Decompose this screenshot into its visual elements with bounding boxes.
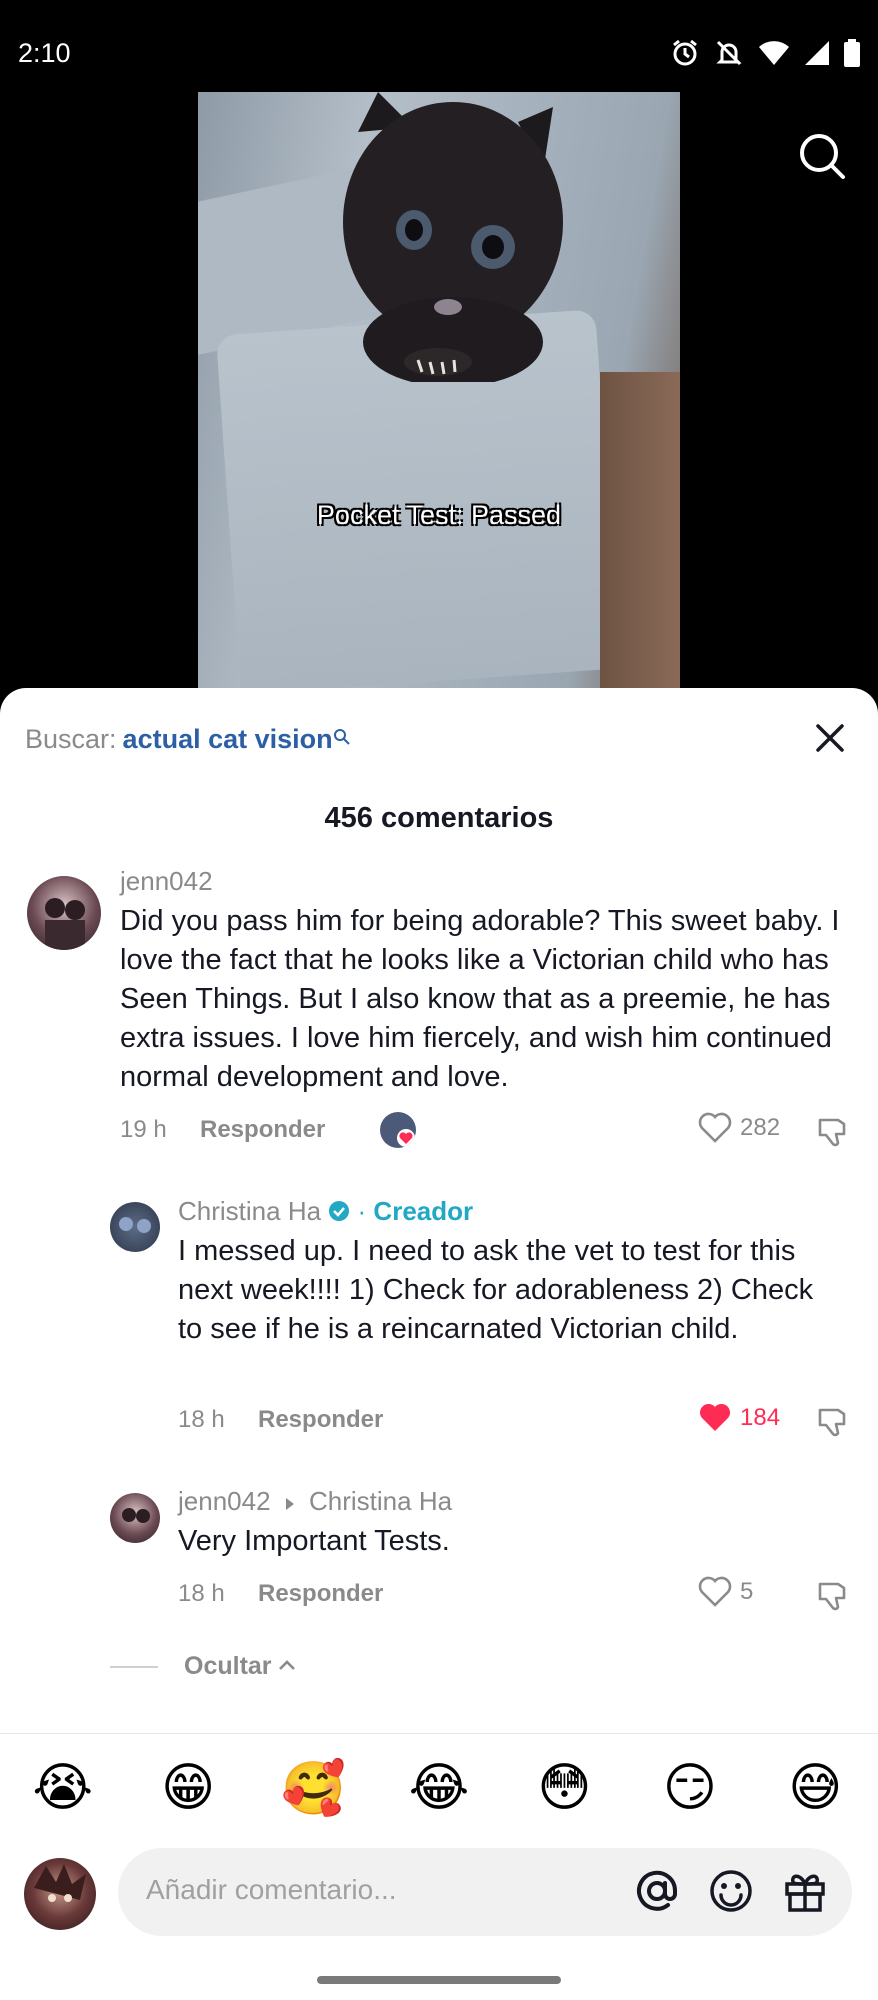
emoji-button[interactable]: 😂 [404, 1758, 474, 1819]
comment-time: 19 h [120, 1116, 167, 1143]
search-mini-icon [333, 722, 351, 753]
hide-replies-label: Ocultar [184, 1652, 272, 1680]
reply-button[interactable]: Responder [258, 1580, 383, 1608]
at-icon [637, 1870, 678, 1911]
comment-text: Did you pass him for being adorable? Thi… [120, 905, 840, 1093]
search-query-link[interactable]: actual cat vision [123, 724, 333, 754]
chevron-up-icon [278, 1658, 296, 1676]
like-count: 5 [740, 1578, 754, 1605]
composer-icons [634, 1868, 828, 1919]
signal-icon [804, 40, 830, 71]
comment-count: 456 comentarios [324, 802, 554, 834]
emoji-button[interactable]: 😁 [153, 1758, 223, 1819]
thumbs-down-icon [818, 1408, 846, 1437]
search-prefix: Buscar: [25, 724, 117, 754]
notifications-off-icon [714, 38, 744, 73]
comment-composer: Añadir comentario... [0, 1848, 878, 1938]
comments-sheet: Buscar: actual cat vision 456 comentarios… [0, 688, 878, 2000]
heart-outline-icon [698, 1576, 732, 1607]
reply-arrow-icon [284, 1488, 296, 1519]
video-frame: Pocket Test: Passed [198, 92, 680, 712]
comment-username[interactable]: jenn042 Christina Ha [178, 1486, 452, 1519]
heart-filled-icon [699, 1403, 731, 1431]
creator-label: Creador [373, 1196, 474, 1226]
battery-icon [844, 39, 860, 72]
status-icons [670, 38, 860, 73]
close-icon [816, 724, 844, 752]
like-count: 282 [740, 1114, 781, 1141]
avatar[interactable] [27, 876, 101, 950]
like-button[interactable]: 5 [698, 1576, 753, 1608]
emoji-button[interactable]: 🥰 [279, 1758, 349, 1819]
comment-username[interactable]: Christina Ha · Creador [178, 1196, 473, 1229]
gift-button[interactable] [782, 1868, 828, 1919]
comment-input-placeholder: Añadir comentario... [146, 1874, 397, 1905]
gift-icon [785, 1874, 825, 1912]
hide-divider [110, 1665, 158, 1668]
status-time: 2:10 [18, 38, 71, 68]
avatar[interactable] [110, 1493, 160, 1543]
dislike-button[interactable] [816, 1114, 852, 1150]
search-suggestion[interactable]: Buscar: actual cat vision [25, 724, 351, 755]
heart-outline-icon [698, 1112, 732, 1143]
reply-button[interactable]: Responder [258, 1406, 383, 1434]
comment-username[interactable]: jenn042 [120, 866, 213, 897]
emoji-button[interactable]: 😳 [529, 1758, 599, 1819]
mention-button[interactable] [634, 1868, 680, 1919]
avatar[interactable] [110, 1202, 160, 1252]
close-button[interactable] [810, 718, 850, 758]
my-avatar[interactable] [24, 1858, 96, 1930]
status-bar: 2:10 [0, 0, 878, 92]
emoji-button[interactable]: 😭 [28, 1758, 98, 1819]
dislike-button[interactable] [816, 1578, 852, 1614]
smiley-icon [710, 1870, 752, 1912]
wifi-icon [758, 40, 790, 71]
search-icon [800, 134, 845, 179]
comment-time: 18 h [178, 1580, 225, 1607]
like-count: 184 [740, 1404, 781, 1431]
video-caption: Pocket Test: Passed [316, 500, 562, 530]
search-button[interactable] [796, 130, 848, 182]
comment-username-text: jenn042 [178, 1486, 271, 1516]
like-button[interactable]: 184 [698, 1402, 780, 1434]
emoji-quick-bar: 😭 😁 🥰 😂 😳 😏 😅 [0, 1758, 878, 1819]
comment-text: I messed up. I need to ask the vet to te… [178, 1235, 814, 1345]
comment-input[interactable]: Añadir comentario... [118, 1848, 852, 1936]
thumbs-down-icon [818, 1118, 846, 1147]
emoji-button[interactable]: 😅 [780, 1758, 850, 1819]
comment-username-text: Christina Ha [178, 1196, 322, 1226]
hide-replies-button[interactable]: Ocultar [110, 1652, 296, 1681]
comment-time: 18 h [178, 1406, 225, 1433]
alarm-icon [670, 38, 700, 73]
reply-to-username: Christina Ha [309, 1486, 453, 1516]
thumbs-down-icon [818, 1582, 846, 1611]
reply-button[interactable]: Responder [200, 1116, 325, 1144]
verified-icon [328, 1198, 350, 1229]
comment-text: Very Important Tests. [178, 1525, 450, 1557]
video-player[interactable]: Pocket Test: Passed [0, 92, 878, 712]
creator-liked-badge [380, 1112, 416, 1148]
arm [600, 372, 680, 712]
like-button[interactable]: 282 [698, 1112, 780, 1144]
home-indicator[interactable] [317, 1976, 561, 1984]
dislike-button[interactable] [816, 1404, 852, 1440]
kitten-image [343, 92, 563, 382]
emoji-button[interactable]: 😏 [655, 1758, 725, 1819]
composer-divider [0, 1733, 878, 1734]
emoji-picker-button[interactable] [708, 1868, 754, 1919]
